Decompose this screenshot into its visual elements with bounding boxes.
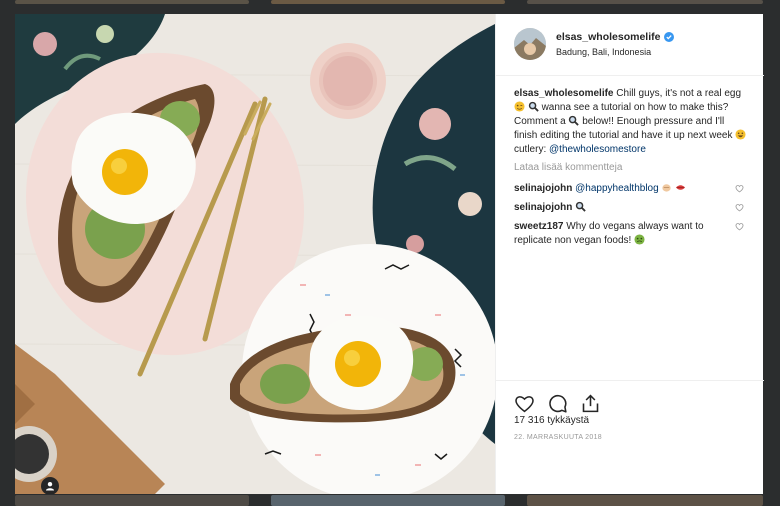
post-header: elsas_wholesomelife Badung, Bali, Indone…: [496, 14, 764, 76]
lips-icon: [676, 185, 686, 190]
nauseated-face-icon: [634, 234, 645, 245]
heart-icon[interactable]: [735, 203, 744, 212]
caption-text: cutlery:: [514, 144, 547, 155]
background-thumbnail[interactable]: [15, 0, 249, 4]
caption-username[interactable]: elsas_wholesomelife: [514, 88, 614, 99]
magnifier-icon: [528, 101, 539, 112]
likes-count[interactable]: 17 316 tykkäystä: [514, 415, 589, 426]
background-thumbnail[interactable]: [15, 495, 249, 506]
post-photo[interactable]: [15, 14, 495, 494]
user-tag-icon[interactable]: [41, 477, 59, 494]
comment-username[interactable]: selinajojohn: [514, 202, 572, 213]
location-link[interactable]: Badung, Bali, Indonesia: [556, 47, 651, 57]
mention-link[interactable]: @thewholesomestore: [549, 144, 646, 155]
comment: selinajojohn @happyhealthblog: [514, 182, 750, 196]
magnifier-icon: [575, 201, 586, 212]
share-icon[interactable]: [580, 393, 601, 414]
comment-bubble-icon[interactable]: [547, 393, 568, 414]
heart-icon[interactable]: [735, 184, 744, 193]
avatar[interactable]: [514, 28, 546, 60]
username[interactable]: elsas_wholesomelife: [556, 31, 660, 43]
comment: sweetz187 Why do vegans always want to r…: [514, 220, 750, 248]
grinning-face-icon: [735, 129, 746, 140]
load-more-comments-link[interactable]: Lataa lisää kommentteja: [514, 161, 750, 175]
actions-bar: [496, 380, 764, 413]
caption-text: Chill guys, it's not a real egg: [616, 88, 742, 99]
caption: elsas_wholesomelife Chill guys, it's not…: [514, 87, 750, 157]
hands-icon: [662, 184, 672, 192]
heart-icon[interactable]: [514, 393, 535, 414]
winking-face-icon: [514, 101, 525, 112]
mention-link[interactable]: @happyhealthblog: [575, 183, 659, 194]
background-thumbnail[interactable]: [527, 0, 763, 4]
magnifier-icon: [569, 115, 580, 126]
background-thumbnail[interactable]: [271, 0, 505, 4]
heart-icon[interactable]: [735, 222, 744, 231]
post-details-panel: elsas_wholesomelife Badung, Bali, Indone…: [495, 14, 764, 494]
comment: selinajojohn: [514, 201, 750, 215]
comment-username[interactable]: selinajojohn: [514, 183, 572, 194]
comments-section: elsas_wholesomelife Chill guys, it's not…: [514, 87, 750, 253]
verified-badge-icon: [664, 32, 675, 42]
comment-username[interactable]: sweetz187: [514, 221, 563, 232]
background-thumbnail[interactable]: [527, 495, 763, 506]
post-date: 22. MARRASKUUTA 2018: [514, 434, 602, 441]
background-thumbnail[interactable]: [271, 495, 505, 506]
